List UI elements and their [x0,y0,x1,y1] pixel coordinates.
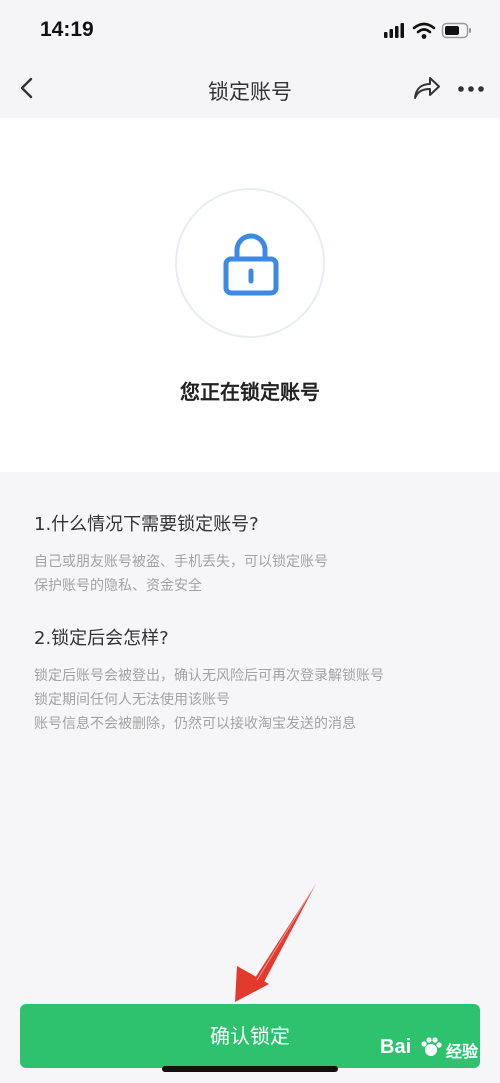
faq-section: 1.什么情况下需要锁定账号? 自己或朋友账号被盗、手机丢失，可以锁定账号 保护账… [34,510,474,736]
lock-badge [175,188,325,338]
lock-icon [223,233,279,296]
watermark-logo: Bai [380,1036,412,1058]
more-icon[interactable] [456,79,486,99]
status-bar: 14:19 [0,0,500,60]
faq-question: 2.锁定后会怎样? [34,628,169,649]
faq-answer-line: 账号信息不会被删除，仍然可以接收淘宝发送的消息 [34,716,356,732]
status-time: 14:19 [40,18,94,41]
faq-item: 2.锁定后会怎样? 锁定后账号会被登出，确认无风险后可再次登录解锁账号 锁定期间… [34,624,474,736]
wifi-icon [412,22,436,39]
share-icon[interactable] [412,74,442,102]
faq-answer-line: 锁定期间任何人无法使用该账号 [34,692,230,708]
red-arrow-annotation [235,881,318,1002]
battery-icon [441,22,471,39]
lock-status-panel: 您正在锁定账号 [0,118,500,472]
lock-status-text: 您正在锁定账号 [180,380,320,404]
watermark-sub: 经验 [446,1044,479,1061]
faq-item: 1.什么情况下需要锁定账号? 自己或朋友账号被盗、手机丢失，可以锁定账号 保护账… [34,510,474,598]
faq-question: 1.什么情况下需要锁定账号? [34,514,259,535]
baidu-jingyan-watermark: Bai 经验 [380,1028,492,1068]
faq-answer-line: 锁定后账号会被登出，确认无风险后可再次登录解锁账号 [34,668,384,684]
faq-answer-line: 保护账号的隐私、资金安全 [34,578,202,594]
paw-icon [421,1037,442,1056]
nav-bar: 锁定账号 [0,60,500,118]
home-indicator[interactable] [162,1066,338,1072]
status-icons [384,22,471,39]
signal-icon [384,23,404,38]
faq-answer-line: 自己或朋友账号被盗、手机丢失，可以锁定账号 [34,554,328,570]
